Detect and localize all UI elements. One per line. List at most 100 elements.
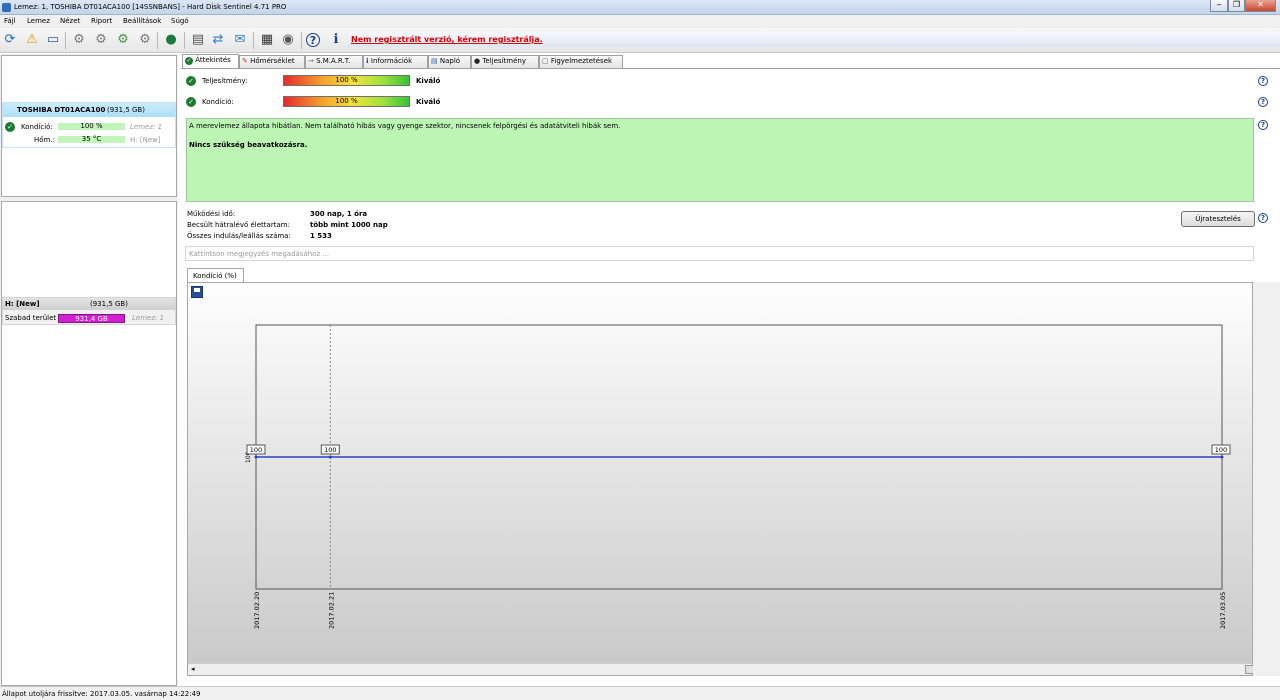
test-icon[interactable]: ⚙ [71,32,87,48]
lifetime-value: több mint 1000 nap [310,221,388,229]
disk-size: (931,5 GB) [107,106,145,114]
tab-overview[interactable]: ✓ Áttekintés [182,54,239,69]
menu-view[interactable]: Nézet [60,17,80,25]
tab-strip: ✓ Áttekintés ✎ Hőmérséklet ⇝ S.M.A.R.T. … [181,54,1280,69]
menu-file[interactable]: Fájl [4,17,16,25]
warning-icon[interactable]: ⚠ [24,32,40,48]
disk-partition-ref: H: [New] [130,136,161,144]
maximize-button[interactable]: ❐ [1228,0,1245,12]
disk-temp-label: Hőm.: [34,136,55,144]
retest-button[interactable]: Újratesztelés [1181,211,1255,227]
menu-help[interactable]: Súgó [171,17,189,25]
tab-warnings[interactable]: ▢ Figyelmeztetések [539,55,623,68]
uptime-value: 300 nap, 1 óra [310,210,368,218]
uptime-label: Működési idő: [187,210,236,218]
register-link[interactable]: Nem regisztrált verzió, kérem regisztrál… [351,35,543,44]
web-icon[interactable]: ● [163,32,179,48]
help-icon[interactable]: ? [306,33,320,47]
menu-disk[interactable]: Lemez [27,17,50,25]
chart-scrollbar[interactable]: ◂ [188,663,1254,675]
tab-information[interactable]: ℹ Információk [363,55,428,68]
toolbar-separator [65,32,66,49]
disk-condition-bar: 100 % [58,123,125,130]
status-help-icon[interactable]: ? [1258,120,1268,130]
chart-area: 2017.02.20 2017.02.21 2017.03.05 100 100 100 1… [187,282,1254,676]
health-rating: Kiváló [416,98,441,106]
disk-ok-icon: ✓ [5,122,15,132]
performance-ok-icon: ✓ [186,76,196,86]
tab-log[interactable]: ▤ Napló [428,55,471,68]
disk-name: TOSHIBA DT01ACA100 [17,106,106,114]
chart-data-point [1220,455,1224,459]
chart-data-label: 100 [324,446,336,454]
disk-condition-value: 100 % [80,122,103,130]
starts-value: 1 533 [310,232,332,240]
status-bar-text: Állapot utoljára frissítve: 2017.03.05. … [2,690,201,698]
send-report-icon[interactable]: ⇄ [210,32,226,48]
partition-list: H: [New] (931,5 GB) Szabad terület 931,4… [1,201,177,686]
surface-test-icon[interactable]: ⚙ [93,32,109,48]
note-input[interactable]: Kattintson megjegyzés megadásához ... [185,246,1254,261]
menu-bar: Fájl Lemez Nézet Riport Beállítások Súgó [0,15,1280,28]
info-icon[interactable]: ℹ [328,32,344,48]
schedule-icon[interactable]: ▦ [259,32,275,48]
status-text: A merevlemez állapota hibátlan. Nem talá… [189,122,621,130]
performance-value: 100 % [335,76,358,84]
disk-condition-label: Kondíció: [21,123,53,131]
retest-button-label: Újratesztelés [1195,215,1241,223]
tab-temperature-label: Hőmérséklet [250,57,295,65]
disk-info-icon[interactable]: ▭ [45,32,61,48]
log-icon: ▤ [431,57,438,65]
tab-temperature[interactable]: ✎ Hőmérséklet [239,55,305,68]
extended-test-icon[interactable]: ⚙ [137,32,153,48]
email-icon[interactable]: ✉ [232,32,248,48]
note-placeholder: Kattintson megjegyzés megadásához ... [189,250,330,258]
performance-help-icon[interactable]: ? [1258,76,1268,86]
tab-warnings-label: Figyelmeztetések [550,57,613,65]
partition-size: (931,5 GB) [90,300,128,308]
health-ok-icon: ✓ [186,97,196,107]
refresh-icon[interactable]: ⟳ [2,32,18,48]
free-space-bar: 931,4 GB [58,314,125,323]
close-button[interactable]: ✕ [1245,0,1276,12]
chart-tab[interactable]: Kondíció (%) [187,268,244,283]
menu-settings[interactable]: Beállítások [123,17,161,25]
partition-item[interactable]: H: [New] (931,5 GB) Szabad terület 931,4… [2,297,176,325]
starts-label: Összes indulás/leállás száma: [187,232,291,240]
scroll-left-icon[interactable]: ◂ [191,665,195,673]
info-tab-icon: ℹ [366,57,369,65]
minimize-button[interactable]: ‒ [1210,0,1228,12]
tab-information-label: Információk [370,57,413,65]
tab-smart-label: S.M.A.R.T. [316,57,351,65]
chart-data-point [254,455,258,459]
chart-x-tick-label: 2017.02.21 [327,592,335,629]
warnings-icon: ▢ [542,57,549,65]
free-space-label: Szabad terület [5,314,57,322]
retest-help-icon[interactable]: ? [1258,213,1268,223]
tab-performance[interactable]: ● Teljesítmény [471,55,539,68]
tab-log-label: Napló [439,57,461,65]
performance-rating: Kiváló [416,77,441,85]
disk-temp-value: 35 °C [81,135,102,143]
menu-report[interactable]: Riport [91,17,112,25]
health-value: 100 % [335,97,358,105]
chart-x-tick-label: 2017.02.20 [253,592,261,629]
disk-panel: TOSHIBA DT01ACA100 (931,5 GB) ✓ Kondíció… [0,54,178,686]
window-title: Lemez: 1, TOSHIBA DT01ACA100 [14SSNBANS]… [14,3,287,11]
short-test-icon[interactable]: ⚙ [115,32,131,48]
chart-data-point [328,455,332,459]
tab-smart[interactable]: ⇝ S.M.A.R.T. [305,55,363,68]
toolbar-separator [253,32,254,49]
health-help-icon[interactable]: ? [1258,97,1268,107]
thermometer-icon: ✎ [242,57,248,65]
report-icon[interactable]: ▤ [190,32,206,48]
disk-temp-bar: 35 °C [58,136,125,143]
toolbar-separator [301,32,302,49]
performance-label: Teljesítmény: [202,77,248,85]
disk-item[interactable]: TOSHIBA DT01ACA100 (931,5 GB) ✓ Kondíció… [2,102,176,148]
tab-overview-label: Áttekintés [195,56,231,64]
lifetime-label: Becsült hátralévő élettartam: [187,221,290,229]
app-icon [2,3,11,12]
settings-icon[interactable]: ◉ [280,32,296,48]
chart-tab-label: Kondíció (%) [193,272,237,280]
